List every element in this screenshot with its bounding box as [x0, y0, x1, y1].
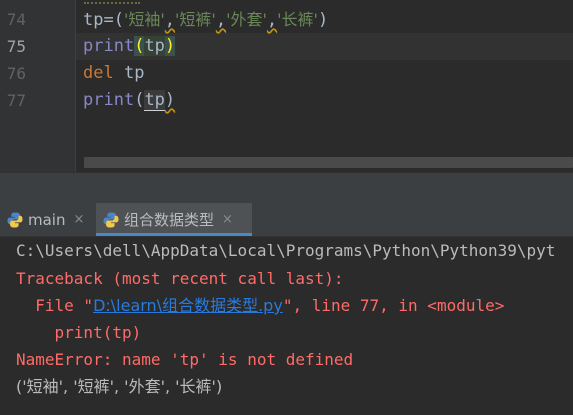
code-token: , — [164, 10, 176, 30]
gutter-separator — [75, 0, 76, 172]
panel-splitter[interactable] — [0, 172, 573, 204]
string-literal: '外套' — [226, 10, 267, 29]
close-icon[interactable]: × — [73, 212, 84, 227]
tab-label: main — [28, 210, 66, 229]
code-token: ) — [164, 36, 176, 56]
traceback-header: Traceback (most recent call last): — [16, 269, 344, 288]
active-tab-indicator — [96, 233, 252, 236]
python-icon — [6, 211, 24, 229]
code-line[interactable]: print(tp) — [83, 33, 176, 60]
traceback-file-prefix: File " — [16, 296, 94, 315]
code-token: ( — [134, 36, 145, 56]
line-number: 76 — [6, 64, 26, 83]
tab-active-run[interactable]: 组合数据类型 × — [96, 203, 252, 236]
run-console[interactable]: C:\Users\dell\AppData\Local\Programs\Pyt… — [0, 237, 573, 415]
horizontal-scrollbar[interactable] — [84, 157, 573, 168]
string-literal: '长裤' — [277, 10, 318, 29]
program-output: ('短袖', '短裤', '外套', '长裤') — [16, 377, 223, 396]
code-line[interactable]: tp=('短袖','短裤','外套','长裤') — [83, 6, 328, 34]
traceback-file-suffix: ", line 77, in <module> — [282, 296, 505, 315]
error-message: NameError: name 'tp' is not defined — [16, 350, 354, 369]
run-tab-bar: main × 组合数据类型 × — [0, 203, 573, 237]
code-token: tp — [83, 10, 104, 30]
code-line[interactable]: del tp — [83, 60, 144, 87]
code-token: tp — [123, 63, 145, 83]
code-token: ) — [317, 10, 329, 30]
traceback-file-line: File "D:\learn\组合数据类型.py", line 77, in <… — [16, 292, 504, 319]
traceback-code-line: print(tp) — [16, 323, 142, 342]
code-editor[interactable]: 74 75 76 77 tp=('短袖','短裤','外套','长裤') pri… — [0, 0, 573, 172]
tab-label: 组合数据类型 — [124, 211, 215, 229]
python-icon — [102, 211, 120, 229]
close-icon[interactable]: × — [222, 212, 233, 227]
code-token: tp — [144, 90, 165, 111]
code-token: tp — [144, 36, 165, 56]
builtin-token: print — [83, 36, 135, 56]
code-token: ) — [164, 90, 176, 110]
code-token: , — [266, 10, 278, 30]
builtin-token: print — [83, 90, 135, 110]
code-line[interactable]: print(tp) — [83, 87, 175, 114]
line-number: 74 — [6, 10, 26, 29]
code-token: , — [215, 10, 227, 30]
console-command-line: C:\Users\dell\AppData\Local\Programs\Pyt… — [16, 241, 556, 260]
line-number: 75 — [6, 37, 26, 56]
tab-main[interactable]: main × — [0, 203, 85, 236]
keyword-token: del — [83, 63, 114, 83]
code-token: =( — [103, 10, 124, 30]
code-token: ( — [134, 90, 145, 110]
string-literal: '短裤' — [175, 10, 216, 29]
file-link[interactable]: D:\learn\组合数据类型.py — [93, 296, 283, 315]
line-number: 77 — [6, 91, 26, 110]
string-literal: '短袖' — [123, 10, 165, 29]
